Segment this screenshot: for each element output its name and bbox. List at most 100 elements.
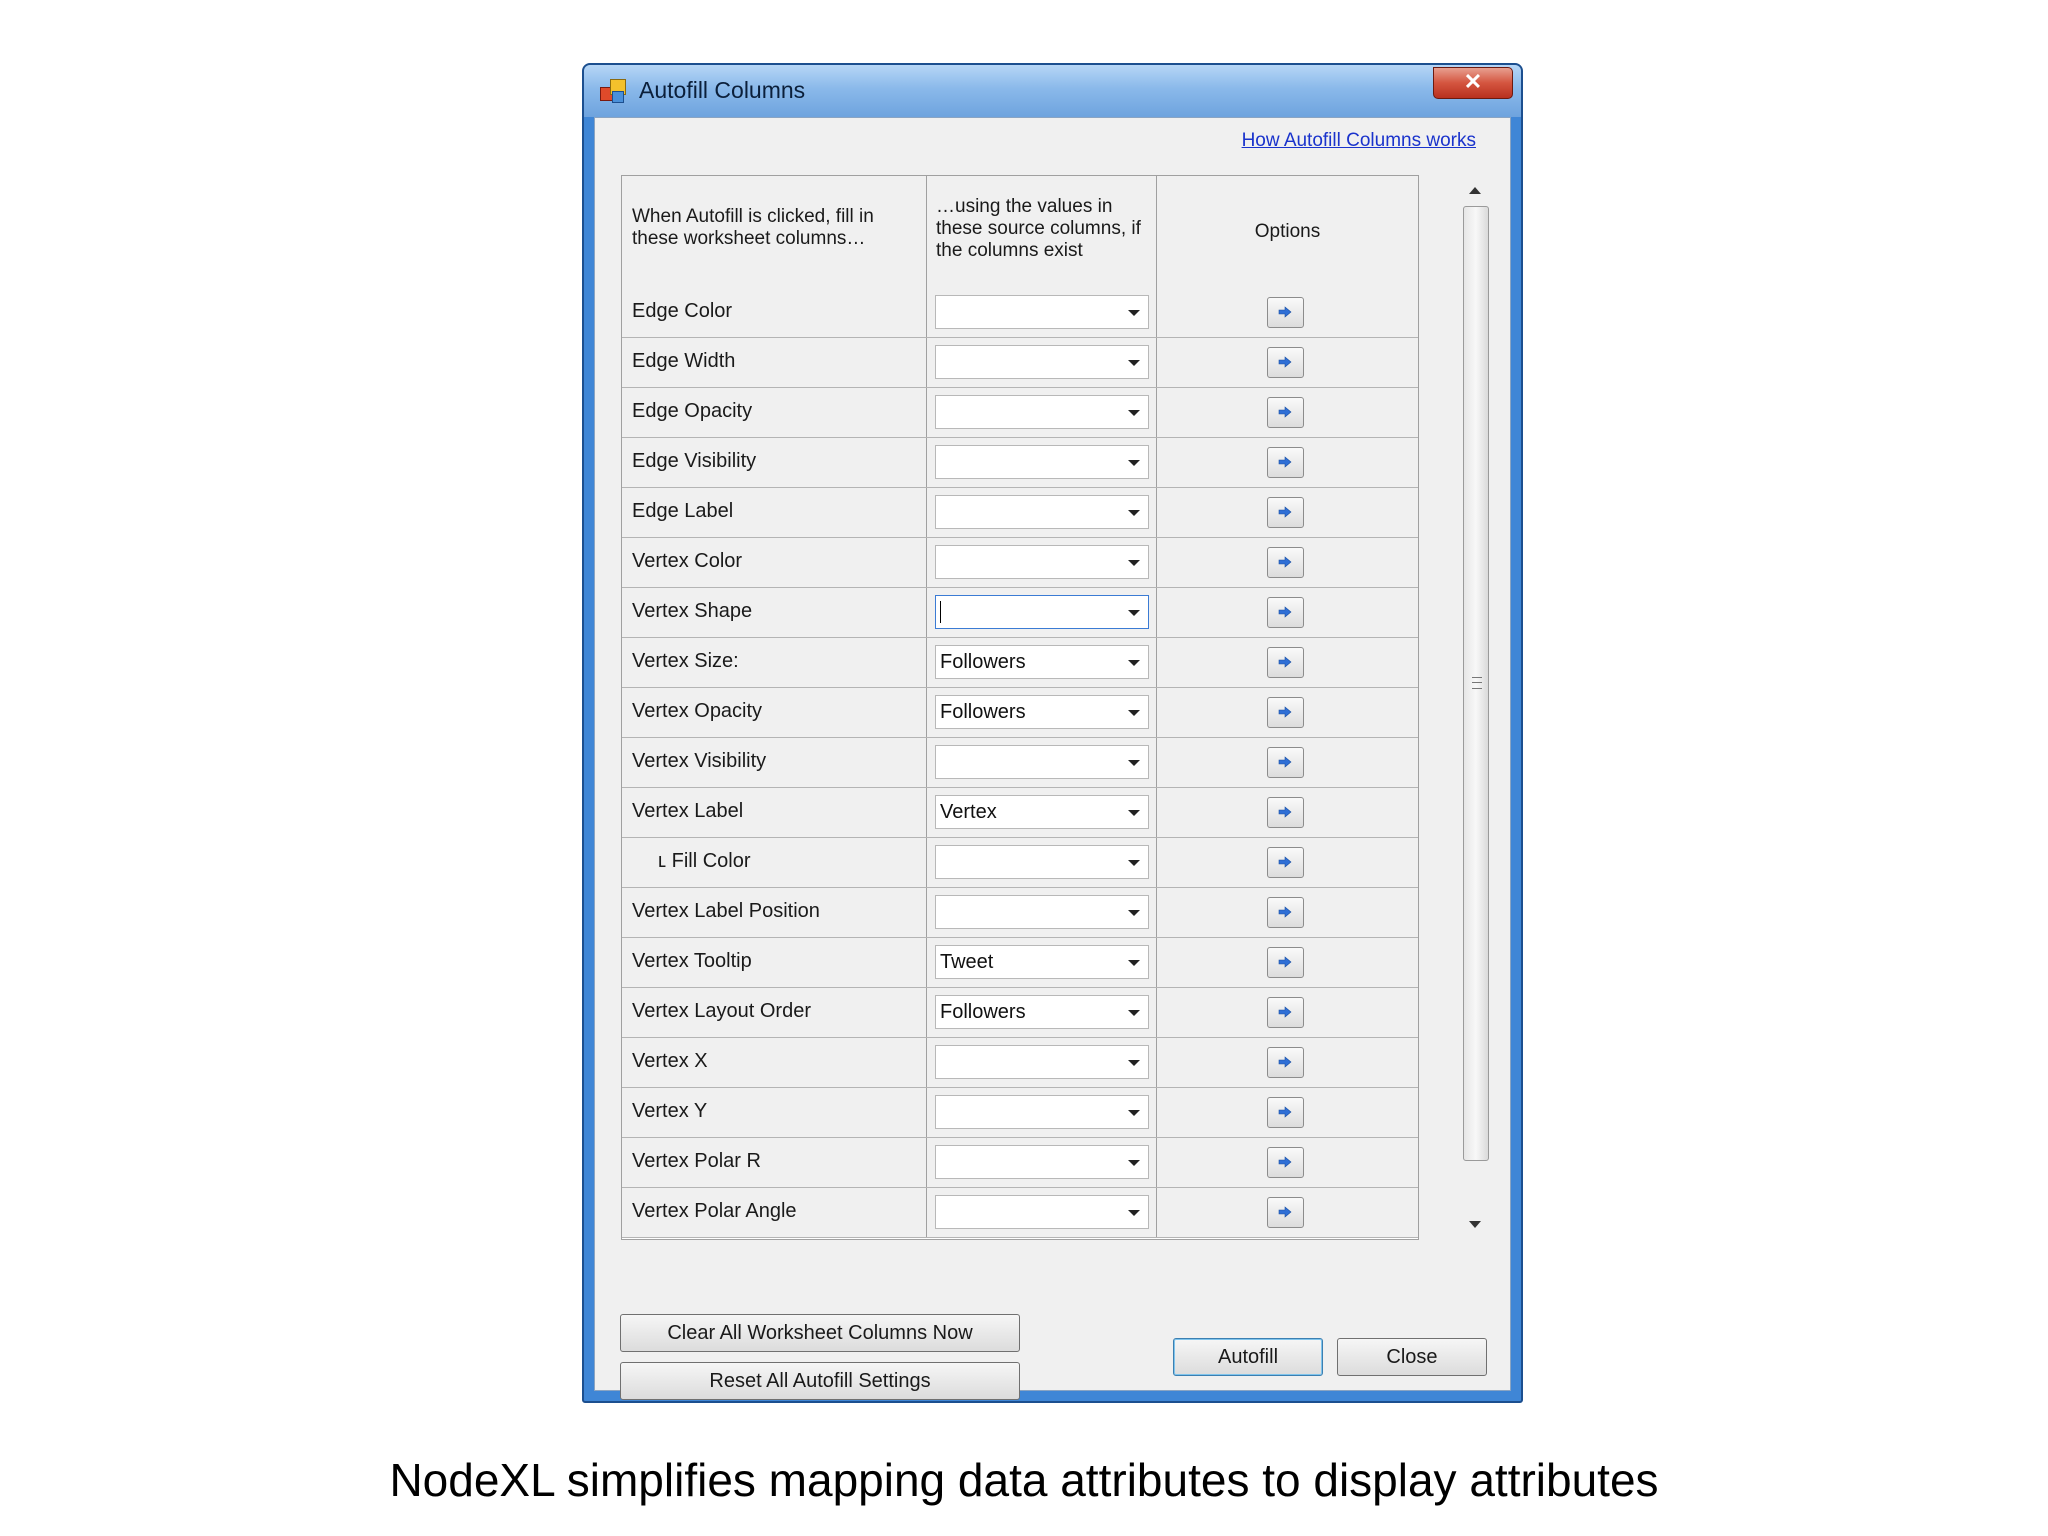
options-button[interactable]	[1267, 647, 1304, 678]
chevron-down-icon[interactable]	[1128, 860, 1140, 866]
row-label: Edge Visibility	[622, 438, 927, 487]
dropdown-value: Tweet	[940, 951, 994, 973]
source-column-dropdown[interactable]	[935, 595, 1149, 629]
options-cell	[1157, 838, 1418, 887]
text-cursor	[940, 601, 941, 623]
chevron-down-icon[interactable]	[1128, 1010, 1140, 1016]
chevron-down-icon[interactable]	[1128, 310, 1140, 316]
vertical-scrollbar[interactable]	[1461, 175, 1491, 1240]
source-column-dropdown[interactable]	[935, 1095, 1149, 1129]
source-column-dropdown[interactable]	[935, 1045, 1149, 1079]
table-row: ʟ Fill Color	[622, 838, 1418, 888]
options-button[interactable]	[1267, 847, 1304, 878]
source-column-dropdown[interactable]: Followers	[935, 995, 1149, 1029]
arrow-right-icon	[1278, 306, 1292, 318]
title-bar[interactable]: Autofill Columns ✕	[584, 65, 1521, 117]
source-cell	[927, 488, 1157, 537]
options-button[interactable]	[1267, 897, 1304, 928]
scroll-up-icon[interactable]	[1469, 187, 1481, 194]
header-target-columns: When Autofill is clicked, fill in these …	[622, 176, 927, 288]
source-column-dropdown[interactable]	[935, 745, 1149, 779]
grip-icon	[1472, 677, 1482, 689]
chevron-down-icon[interactable]	[1128, 1060, 1140, 1066]
options-button[interactable]	[1267, 597, 1304, 628]
table-row: Vertex Visibility	[622, 738, 1418, 788]
options-button[interactable]	[1267, 947, 1304, 978]
source-column-dropdown[interactable]	[935, 395, 1149, 429]
source-cell	[927, 738, 1157, 787]
chevron-down-icon[interactable]	[1128, 810, 1140, 816]
options-button[interactable]	[1267, 297, 1304, 328]
chevron-down-icon[interactable]	[1128, 360, 1140, 366]
source-column-dropdown[interactable]	[935, 445, 1149, 479]
grid-header: When Autofill is clicked, fill in these …	[622, 176, 1418, 289]
source-column-dropdown[interactable]	[935, 545, 1149, 579]
clear-all-worksheet-columns-button[interactable]: Clear All Worksheet Columns Now	[620, 1314, 1020, 1352]
close-button[interactable]: Close	[1337, 1338, 1487, 1376]
options-button[interactable]	[1267, 697, 1304, 728]
table-row: Vertex Label Vertex	[622, 788, 1418, 838]
chevron-down-icon[interactable]	[1128, 960, 1140, 966]
source-column-dropdown[interactable]: Followers	[935, 645, 1149, 679]
options-button[interactable]	[1267, 347, 1304, 378]
options-button[interactable]	[1267, 547, 1304, 578]
scroll-down-icon[interactable]	[1469, 1221, 1481, 1228]
autofill-button[interactable]: Autofill	[1173, 1338, 1323, 1376]
table-row: Vertex Label Position	[622, 888, 1418, 938]
table-row: Vertex Opacity Followers	[622, 688, 1418, 738]
chevron-down-icon[interactable]	[1128, 660, 1140, 666]
chevron-down-icon[interactable]	[1128, 910, 1140, 916]
chevron-down-icon[interactable]	[1128, 460, 1140, 466]
help-link[interactable]: How Autofill Columns works	[1242, 130, 1476, 152]
chevron-down-icon[interactable]	[1128, 710, 1140, 716]
options-button[interactable]	[1267, 1097, 1304, 1128]
row-label: Vertex Y	[622, 1088, 927, 1137]
row-label: Edge Opacity	[622, 388, 927, 437]
chevron-down-icon[interactable]	[1128, 760, 1140, 766]
reset-all-autofill-settings-button[interactable]: Reset All Autofill Settings	[620, 1362, 1020, 1400]
source-column-dropdown[interactable]	[935, 345, 1149, 379]
source-column-dropdown[interactable]	[935, 895, 1149, 929]
chevron-down-icon[interactable]	[1128, 410, 1140, 416]
source-column-dropdown[interactable]	[935, 1145, 1149, 1179]
options-button[interactable]	[1267, 797, 1304, 828]
row-label: Edge Label	[622, 488, 927, 537]
source-column-dropdown[interactable]	[935, 845, 1149, 879]
options-button[interactable]	[1267, 1197, 1304, 1228]
table-row: Edge Visibility	[622, 438, 1418, 488]
source-cell: Followers	[927, 638, 1157, 687]
options-button[interactable]	[1267, 997, 1304, 1028]
table-row: Vertex Size: Followers	[622, 638, 1418, 688]
options-button[interactable]	[1267, 447, 1304, 478]
source-cell: Vertex	[927, 788, 1157, 837]
row-label: Edge Width	[622, 338, 927, 387]
source-column-dropdown[interactable]: Followers	[935, 695, 1149, 729]
chevron-down-icon[interactable]	[1128, 1160, 1140, 1166]
options-button[interactable]	[1267, 1047, 1304, 1078]
row-label: Vertex Layout Order	[622, 988, 927, 1037]
chevron-down-icon[interactable]	[1128, 560, 1140, 566]
chevron-down-icon[interactable]	[1128, 510, 1140, 516]
options-button[interactable]	[1267, 747, 1304, 778]
arrow-right-icon	[1278, 956, 1292, 968]
arrow-right-icon	[1278, 1206, 1292, 1218]
table-row: Edge Color	[622, 288, 1418, 338]
source-cell	[927, 438, 1157, 487]
options-button[interactable]	[1267, 497, 1304, 528]
chevron-down-icon[interactable]	[1128, 1210, 1140, 1216]
source-column-dropdown[interactable]	[935, 295, 1149, 329]
chevron-down-icon[interactable]	[1128, 610, 1140, 616]
source-column-dropdown[interactable]: Tweet	[935, 945, 1149, 979]
source-column-dropdown[interactable]: Vertex	[935, 795, 1149, 829]
close-window-button[interactable]: ✕	[1433, 67, 1513, 99]
options-cell	[1157, 1138, 1418, 1187]
scroll-thumb[interactable]	[1463, 206, 1489, 1161]
options-button[interactable]	[1267, 397, 1304, 428]
arrow-right-icon	[1278, 806, 1292, 818]
source-column-dropdown[interactable]	[935, 1195, 1149, 1229]
options-cell	[1157, 538, 1418, 587]
options-button[interactable]	[1267, 1147, 1304, 1178]
source-column-dropdown[interactable]	[935, 495, 1149, 529]
arrow-right-icon	[1278, 406, 1292, 418]
chevron-down-icon[interactable]	[1128, 1110, 1140, 1116]
